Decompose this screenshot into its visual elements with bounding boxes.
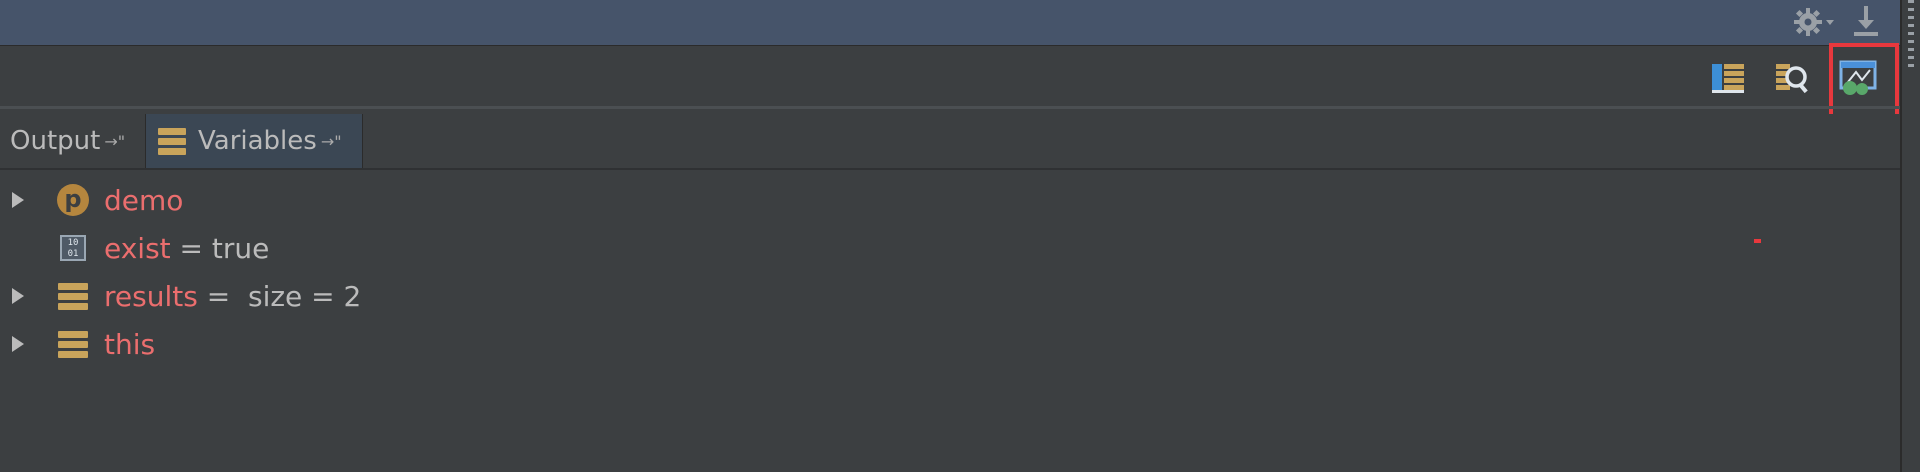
tree-row-results[interactable]: results = size = 2 — [0, 272, 1900, 320]
object-icon — [56, 327, 90, 361]
frames-icon — [1712, 64, 1744, 93]
side-tool-label — [1908, 0, 1914, 70]
expand-arrow-icon[interactable] — [8, 189, 28, 211]
variable-name: exist — [104, 231, 171, 265]
toolbar-actions — [1708, 58, 1880, 98]
tree-row-text: this — [104, 328, 155, 361]
hide-button[interactable] — [1850, 4, 1882, 40]
settings-button[interactable] — [1792, 4, 1836, 40]
debug-toolbar — [0, 46, 1900, 107]
tab-output-label: Output — [10, 126, 101, 156]
pin-icon: →" — [320, 131, 342, 151]
pin-icon: →" — [104, 131, 126, 151]
divider — [0, 106, 1900, 109]
tab-output[interactable]: Output →" — [0, 114, 142, 168]
parameter-icon: p — [56, 183, 90, 217]
expand-arrow-icon[interactable] — [8, 285, 28, 307]
restore-layout-button[interactable] — [1836, 58, 1880, 98]
tree-row-text: exist = true — [104, 232, 269, 265]
variables-icon — [158, 127, 186, 155]
evaluate-expression-button[interactable] — [1772, 60, 1812, 96]
restore-layout-icon — [1839, 60, 1877, 95]
primitive-icon: 10 01 — [56, 231, 90, 265]
title-actions — [1792, 4, 1882, 40]
variables-tree: p demo 10 01 exist = true results = size … — [0, 176, 1900, 368]
tree-row-this[interactable]: this — [0, 320, 1900, 368]
tree-row-exist[interactable]: 10 01 exist = true — [0, 224, 1900, 272]
variable-name: this — [104, 327, 156, 361]
tree-row-text: results = size = 2 — [104, 280, 361, 313]
variable-name: results — [104, 279, 198, 313]
tab-variables[interactable]: Variables →" — [145, 114, 363, 168]
variable-name: demo — [104, 183, 184, 217]
expand-arrow-icon[interactable] — [8, 333, 28, 355]
variable-value: = true — [170, 231, 270, 265]
debug-tab-bar: Output →" Variables →" — [0, 114, 1900, 170]
variable-value: = size = 2 — [197, 279, 362, 313]
tree-row-demo[interactable]: p demo — [0, 176, 1900, 224]
annotation-mark — [1754, 239, 1761, 243]
tab-variables-label: Variables — [198, 126, 317, 156]
tree-row-text: demo — [104, 184, 183, 217]
object-icon — [56, 279, 90, 313]
side-tool-strip[interactable] — [1900, 0, 1920, 472]
debug-title-bar — [0, 0, 1900, 46]
gear-icon — [1794, 8, 1834, 36]
download-icon — [1854, 6, 1878, 36]
frames-button[interactable] — [1708, 60, 1748, 96]
evaluate-expression-icon — [1776, 64, 1808, 94]
